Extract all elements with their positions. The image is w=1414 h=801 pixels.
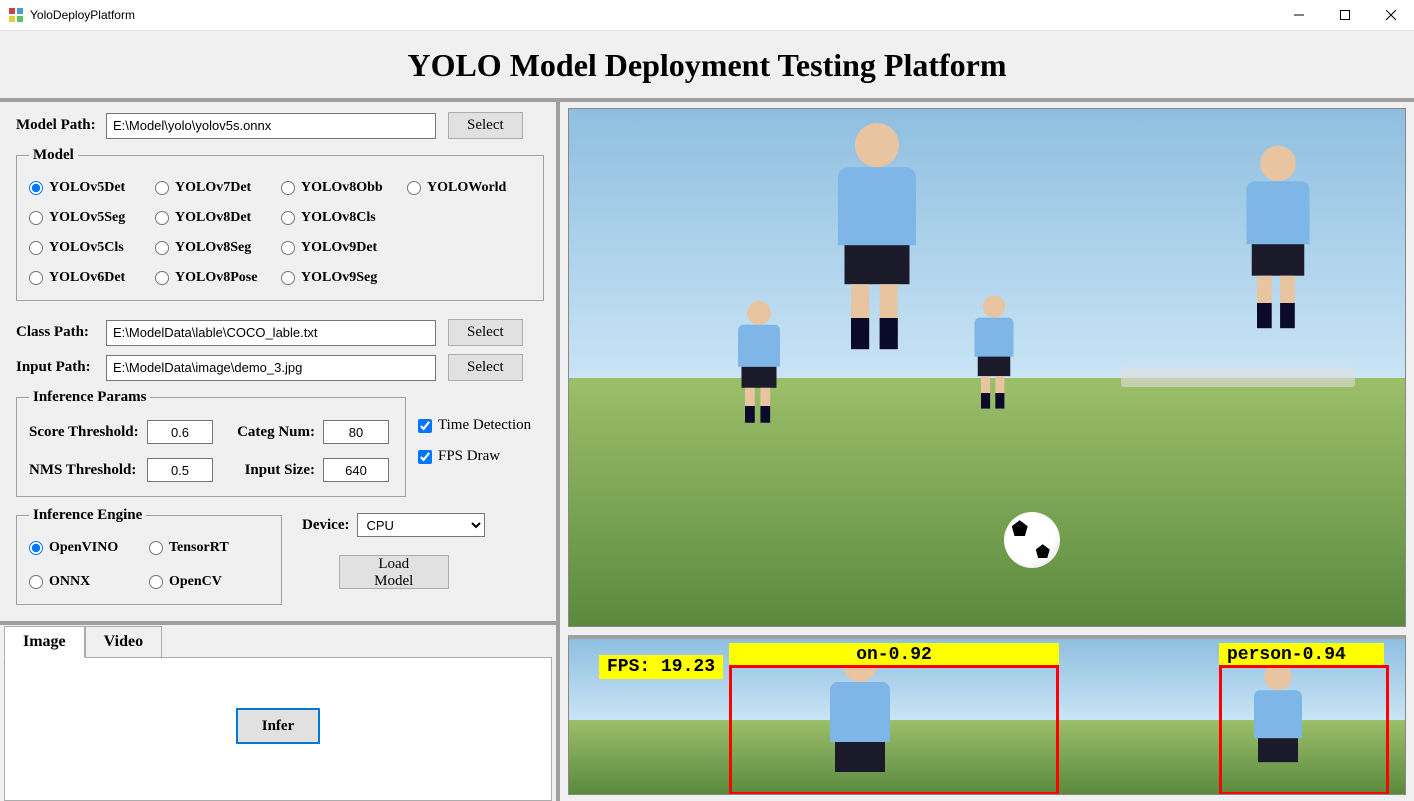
tab-video[interactable]: Video bbox=[85, 626, 162, 658]
time-detection-checkbox[interactable]: Time Detection bbox=[418, 417, 531, 434]
engine-option-openvino[interactable]: OpenVINO bbox=[29, 540, 149, 556]
model-option-yolov8pose[interactable]: YOLOv8Pose bbox=[155, 270, 275, 286]
model-radio-yolov5seg[interactable] bbox=[29, 211, 43, 225]
class-path-label: Class Path: bbox=[16, 324, 106, 341]
inference-engine-group: Inference Engine OpenVINOTensorRT ONNXOpe… bbox=[16, 507, 282, 605]
categ-num-input[interactable] bbox=[323, 420, 389, 444]
output-image-preview: FPS: 19.23 on-0.92 person-0.94 bbox=[568, 635, 1406, 795]
input-path-input[interactable] bbox=[106, 355, 436, 381]
class-path-input[interactable] bbox=[106, 320, 436, 346]
input-size-input[interactable] bbox=[323, 458, 389, 482]
tab-image[interactable]: Image bbox=[4, 626, 85, 658]
right-panel: FPS: 19.23 on-0.92 person-0.94 bbox=[560, 102, 1414, 801]
model-radio-yolov8obb[interactable] bbox=[281, 181, 295, 195]
nms-threshold-label: NMS Threshold: bbox=[29, 462, 139, 479]
page-title: YOLO Model Deployment Testing Platform bbox=[0, 31, 1414, 102]
load-model-button[interactable]: Load Model bbox=[339, 555, 449, 589]
categ-num-label: Categ Num: bbox=[225, 424, 315, 441]
model-radio-yoloworld[interactable] bbox=[407, 181, 421, 195]
input-path-label: Input Path: bbox=[16, 359, 106, 376]
engine-option-onnx[interactable]: ONNX bbox=[29, 574, 149, 590]
maximize-button[interactable] bbox=[1322, 0, 1368, 31]
model-path-input[interactable] bbox=[106, 113, 436, 139]
fps-badge: FPS: 19.23 bbox=[599, 655, 723, 679]
detection-box-1 bbox=[1219, 665, 1389, 795]
input-path-select-button[interactable]: Select bbox=[448, 354, 523, 381]
engine-radio-onnx[interactable] bbox=[29, 575, 43, 589]
left-panel: Model Path: Select Model YOLOv5Det YOLOv7… bbox=[0, 102, 560, 801]
model-radio-yolov9det[interactable] bbox=[281, 241, 295, 255]
engine-radio-openvino[interactable] bbox=[29, 541, 43, 555]
device-label: Device: bbox=[302, 517, 349, 534]
input-image-preview bbox=[568, 108, 1406, 627]
detection-box-0 bbox=[729, 665, 1059, 795]
inference-params-legend: Inference Params bbox=[29, 389, 150, 406]
model-radio-yolov8det[interactable] bbox=[155, 211, 169, 225]
score-threshold-input[interactable] bbox=[147, 420, 213, 444]
model-path-label: Model Path: bbox=[16, 117, 106, 134]
inference-params-group: Inference Params Score Threshold: Categ … bbox=[16, 389, 406, 497]
model-radio-yolov8cls[interactable] bbox=[281, 211, 295, 225]
model-radio-yolov8seg[interactable] bbox=[155, 241, 169, 255]
model-option-yolov7det[interactable]: YOLOv7Det bbox=[155, 180, 275, 196]
model-radio-yolov9seg[interactable] bbox=[281, 271, 295, 285]
score-threshold-label: Score Threshold: bbox=[29, 424, 139, 441]
engine-option-opencv[interactable]: OpenCV bbox=[149, 574, 269, 590]
inference-engine-legend: Inference Engine bbox=[29, 507, 146, 524]
model-radio-yolov6det[interactable] bbox=[29, 271, 43, 285]
window-title: YoloDeployPlatform bbox=[30, 8, 1276, 22]
titlebar: YoloDeployPlatform bbox=[0, 0, 1414, 31]
model-option-yolov8seg[interactable]: YOLOv8Seg bbox=[155, 240, 275, 256]
close-button[interactable] bbox=[1368, 0, 1414, 31]
model-group-legend: Model bbox=[29, 147, 78, 164]
engine-option-tensorrt[interactable]: TensorRT bbox=[149, 540, 269, 556]
engine-radio-tensorrt[interactable] bbox=[149, 541, 163, 555]
class-path-select-button[interactable]: Select bbox=[448, 319, 523, 346]
model-option-yolov5cls[interactable]: YOLOv5Cls bbox=[29, 240, 149, 256]
detection-label-0: on-0.92 bbox=[729, 643, 1059, 667]
model-radio-yolov5det[interactable] bbox=[29, 181, 43, 195]
model-radio-yolov8pose[interactable] bbox=[155, 271, 169, 285]
model-option-yolov8obb[interactable]: YOLOv8Obb bbox=[281, 180, 401, 196]
model-option-yolov5seg[interactable]: YOLOv5Seg bbox=[29, 210, 149, 226]
device-select[interactable]: CPUGPU bbox=[357, 513, 485, 537]
model-radio-yolov5cls[interactable] bbox=[29, 241, 43, 255]
app-icon bbox=[8, 7, 24, 23]
fps-draw-checkbox[interactable]: FPS Draw bbox=[418, 448, 531, 465]
input-size-label: Input Size: bbox=[225, 462, 315, 479]
model-option-yoloworld[interactable]: YOLOWorld bbox=[407, 180, 527, 196]
model-option-yolov9det[interactable]: YOLOv9Det bbox=[281, 240, 401, 256]
model-path-select-button[interactable]: Select bbox=[448, 112, 523, 139]
infer-button[interactable]: Infer bbox=[236, 708, 321, 744]
model-radio-yolov7det[interactable] bbox=[155, 181, 169, 195]
detection-label-1: person-0.94 bbox=[1219, 643, 1384, 667]
fps-draw-input[interactable] bbox=[418, 450, 432, 464]
input-mode-tabs: Image Video Infer bbox=[0, 621, 556, 801]
time-detection-input[interactable] bbox=[418, 419, 432, 433]
model-option-yolov5det[interactable]: YOLOv5Det bbox=[29, 180, 149, 196]
model-option-yolov8det[interactable]: YOLOv8Det bbox=[155, 210, 275, 226]
model-option-yolov9seg[interactable]: YOLOv9Seg bbox=[281, 270, 401, 286]
model-group: Model YOLOv5Det YOLOv7Det YOLOv8Obb YOLOWor… bbox=[16, 147, 544, 301]
model-option-yolov6det[interactable]: YOLOv6Det bbox=[29, 270, 149, 286]
minimize-button[interactable] bbox=[1276, 0, 1322, 31]
engine-radio-opencv[interactable] bbox=[149, 575, 163, 589]
model-option-yolov8cls[interactable]: YOLOv8Cls bbox=[281, 210, 401, 226]
nms-threshold-input[interactable] bbox=[147, 458, 213, 482]
